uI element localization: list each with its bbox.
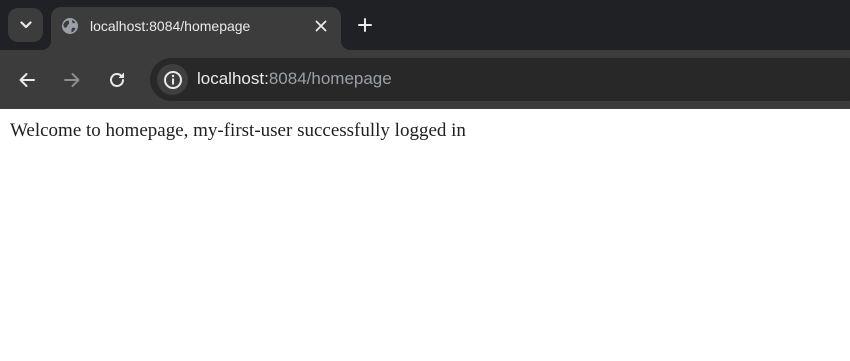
back-button[interactable] [12, 65, 42, 95]
page-content: Welcome to homepage, my-first-user succe… [0, 109, 850, 361]
plus-icon [358, 18, 372, 32]
address-bar[interactable]: localhost:8084/homepage [150, 58, 850, 101]
globe-icon [61, 17, 79, 35]
reload-button[interactable] [102, 65, 132, 95]
url-path: 8084/homepage [268, 69, 392, 88]
site-info-button[interactable] [157, 64, 188, 95]
tab-search-button[interactable] [8, 8, 43, 42]
tab-strip: localhost:8084/homepage [0, 0, 850, 50]
arrow-right-icon [64, 73, 80, 87]
browser-toolbar: localhost:8084/homepage [0, 50, 850, 109]
tab-close-button[interactable] [310, 15, 332, 37]
arrow-left-icon [19, 73, 35, 87]
tab-title: localhost:8084/homepage [90, 18, 251, 34]
reload-icon [110, 73, 124, 87]
chevron-down-icon [19, 21, 32, 29]
new-tab-button[interactable] [352, 12, 378, 38]
welcome-message: Welcome to homepage, my-first-user succe… [10, 120, 466, 141]
close-icon [315, 20, 327, 32]
url-host: localhost: [197, 69, 269, 88]
info-icon [163, 70, 182, 89]
forward-button[interactable] [57, 65, 87, 95]
url-text[interactable]: localhost:8084/homepage [197, 68, 392, 90]
active-tab[interactable]: localhost:8084/homepage [41, 7, 351, 50]
